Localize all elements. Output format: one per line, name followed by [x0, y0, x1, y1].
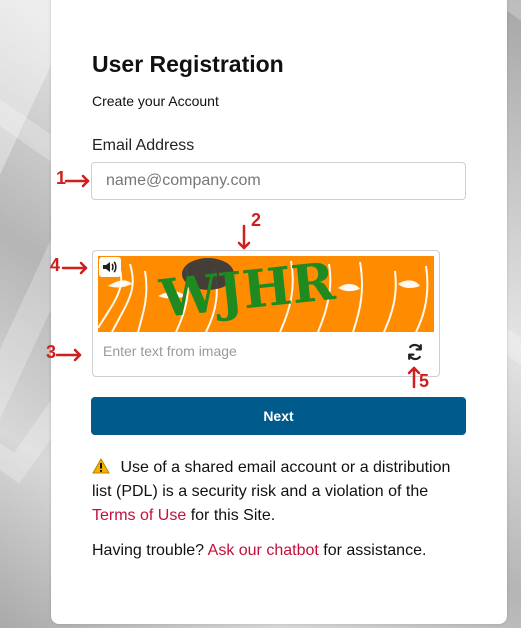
email-label: Email Address — [92, 137, 195, 154]
security-notice-text-1: Use of a shared email account or a distr… — [92, 459, 451, 500]
annotation-1-arrow — [64, 174, 90, 188]
chatbot-link[interactable]: Ask our chatbot — [208, 542, 319, 559]
audio-captcha-button[interactable] — [99, 257, 121, 277]
terms-of-use-link[interactable]: Terms of Use — [92, 507, 186, 524]
annotation-2-arrow — [237, 224, 251, 250]
refresh-captcha-button[interactable] — [405, 342, 425, 362]
page-title: User Registration — [92, 51, 284, 77]
help-prefix: Having trouble? — [92, 542, 208, 559]
security-notice: Use of a shared email account or a distr… — [92, 456, 466, 528]
next-button[interactable]: Next — [91, 397, 466, 435]
speaker-icon — [103, 261, 117, 273]
warning-icon — [92, 458, 110, 474]
email-field[interactable] — [91, 162, 466, 200]
annotation-3-arrow — [55, 348, 82, 362]
security-notice-text-2: for this Site. — [186, 507, 276, 524]
help-suffix: for assistance. — [318, 542, 427, 559]
registration-card: User Registration Create your Account Em… — [51, 0, 507, 624]
annotation-4: 4 — [50, 255, 94, 279]
refresh-icon — [408, 343, 422, 361]
annotation-2: 2 — [234, 210, 268, 256]
captcha-input[interactable] — [103, 339, 393, 363]
annotation-1: 1 — [56, 168, 96, 192]
captcha-widget: WJHR — [92, 250, 440, 377]
help-text: Having trouble? Ask our chatbot for assi… — [92, 542, 426, 560]
annotation-5-arrow — [407, 366, 421, 389]
captcha-image: WJHR — [98, 256, 434, 332]
annotation-3: 3 — [46, 342, 88, 366]
annotation-5: 5 — [407, 363, 437, 393]
page-subtitle: Create your Account — [92, 93, 219, 109]
annotation-4-arrow — [61, 261, 88, 275]
